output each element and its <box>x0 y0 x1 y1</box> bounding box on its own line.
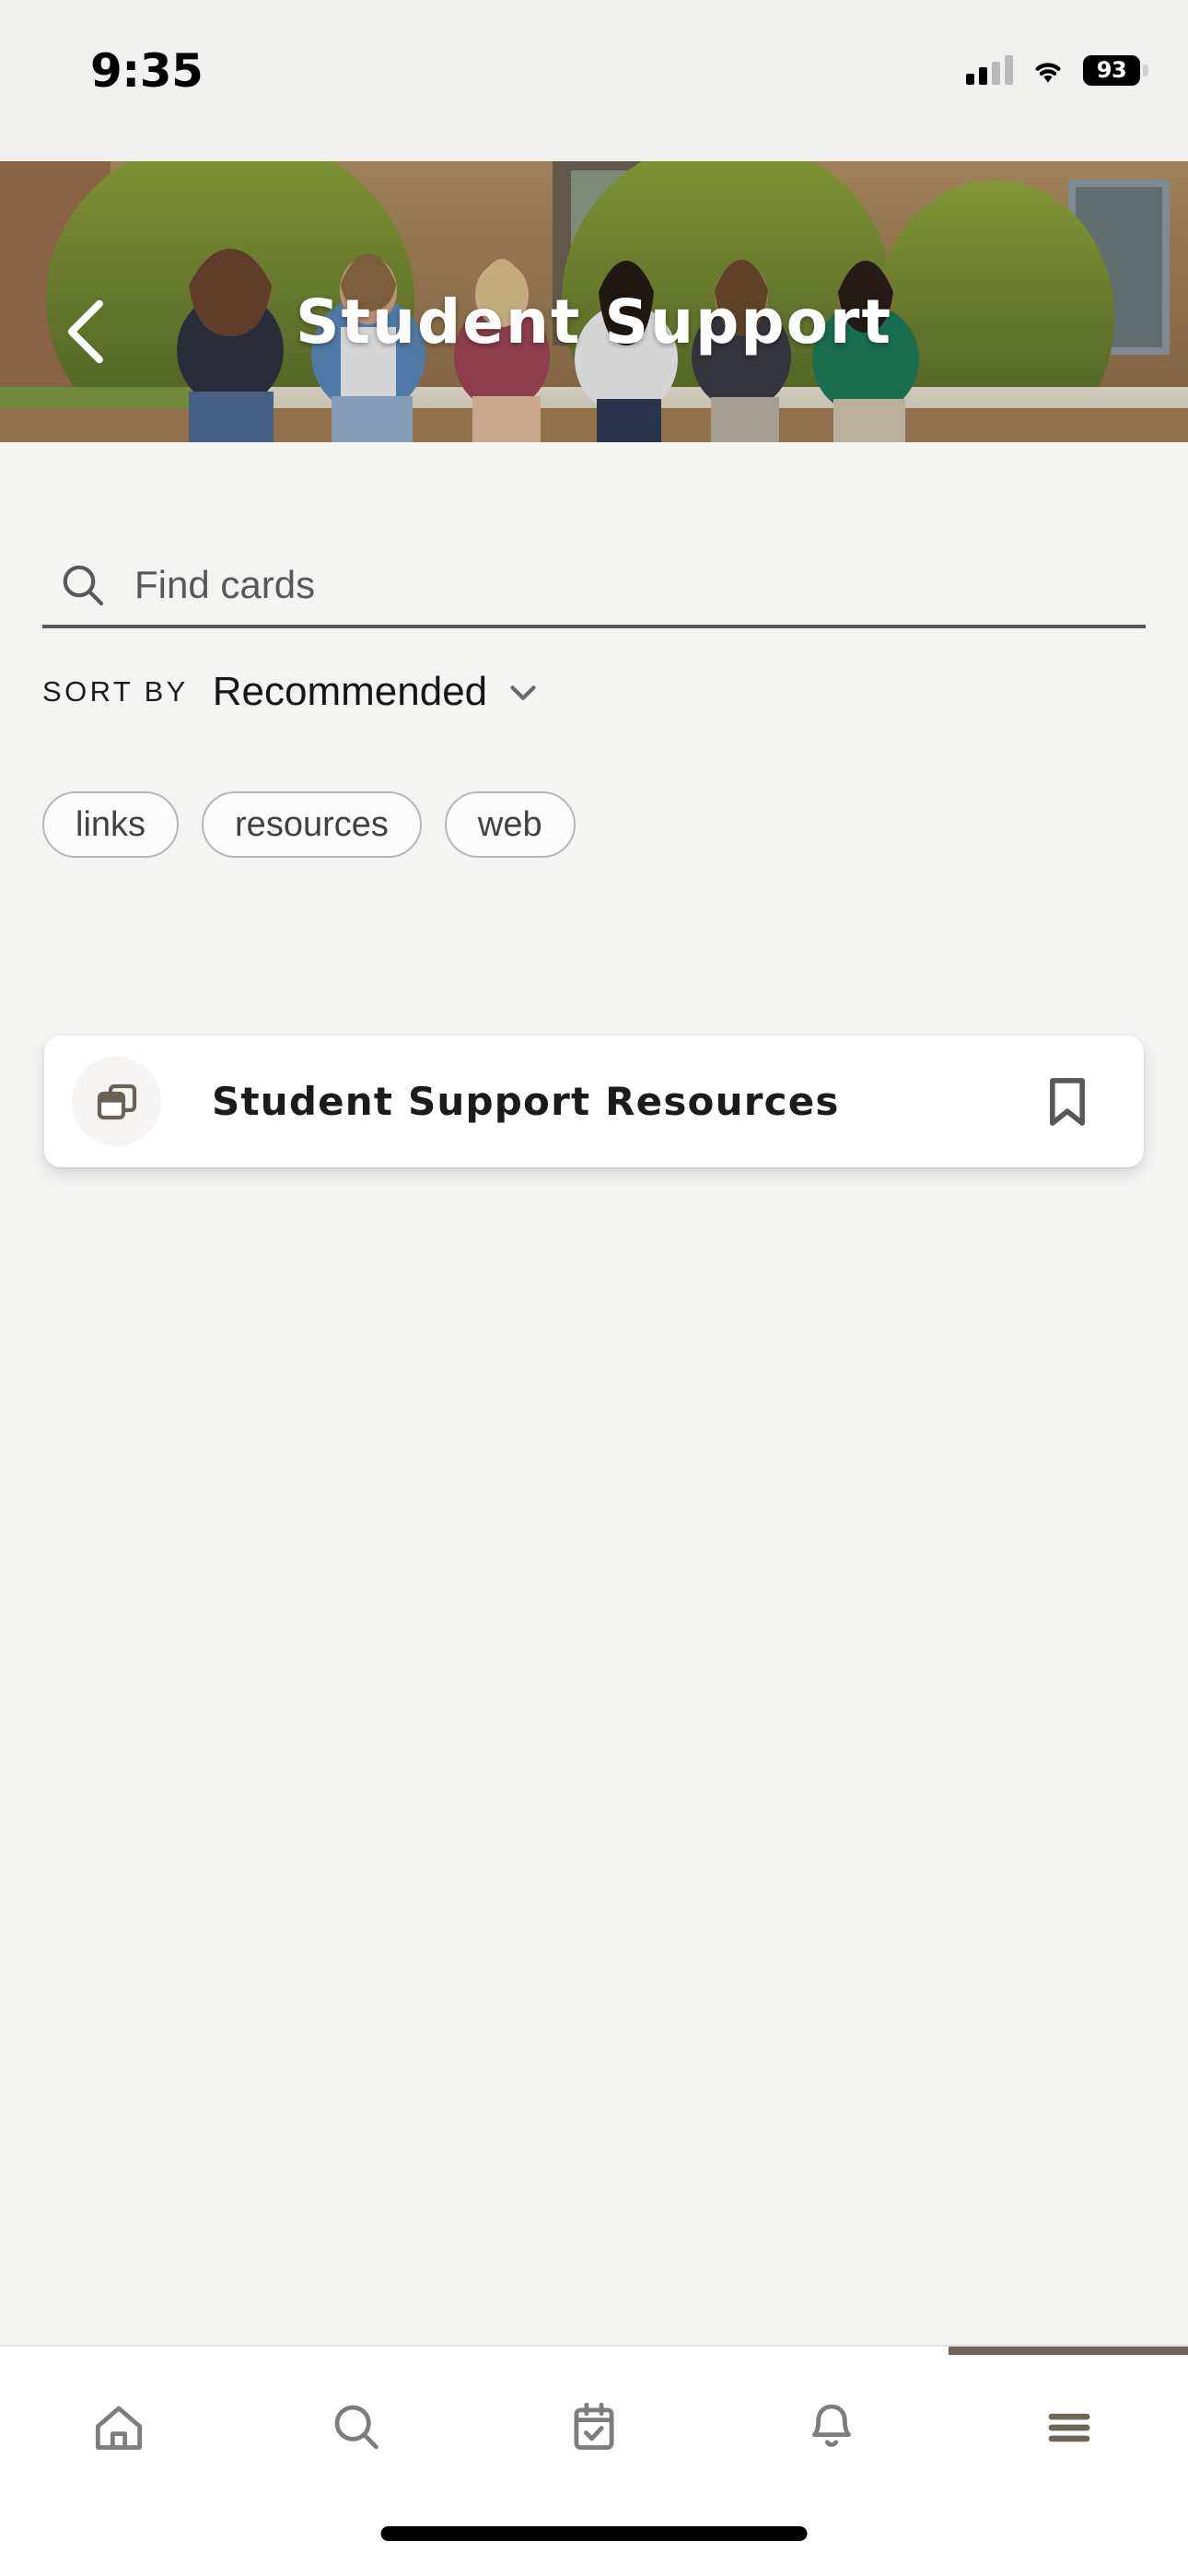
filter-chip-list: links resources web <box>42 791 576 858</box>
result-card-title: Student Support Resources <box>212 1079 840 1124</box>
status-bar: 9:35 93 <box>0 0 1188 161</box>
sort-by-control[interactable]: SORT BY Recommended <box>42 663 544 720</box>
search-input[interactable] <box>134 563 1146 607</box>
wifi-icon <box>1029 55 1067 85</box>
page-hero: Student Support <box>0 161 1188 442</box>
home-icon <box>95 2406 143 2450</box>
sort-by-label: SORT BY <box>42 675 189 708</box>
tab-search[interactable] <box>238 2347 475 2508</box>
cards-stack-icon <box>97 1083 136 1119</box>
search-bar[interactable] <box>42 545 1146 628</box>
calendar-check-icon <box>574 2402 614 2450</box>
filter-chip-links[interactable]: links <box>42 791 180 858</box>
tab-calendar[interactable] <box>475 2347 713 2508</box>
hamburger-menu-icon <box>1048 2413 1090 2441</box>
tab-menu[interactable] <box>950 2347 1188 2508</box>
bookmark-outline-icon[interactable] <box>1042 1074 1092 1130</box>
search-icon <box>63 565 104 606</box>
battery-icon: 93 <box>1083 54 1148 86</box>
bottom-tab-bar <box>0 2345 1188 2576</box>
battery-percent: 93 <box>1096 57 1127 83</box>
sort-by-value: Recommended <box>212 669 488 714</box>
result-card[interactable]: Student Support Resources <box>44 1036 1144 1167</box>
chevron-down-icon[interactable] <box>502 671 544 713</box>
cellular-signal-icon <box>966 55 1013 85</box>
avatar <box>72 1057 161 1146</box>
filter-chip-resources[interactable]: resources <box>202 791 422 858</box>
bell-icon <box>812 2404 851 2447</box>
status-indicators: 93 <box>966 48 1148 92</box>
search-icon <box>334 2405 379 2449</box>
page-title: Student Support <box>295 287 893 357</box>
tab-home[interactable] <box>0 2347 238 2508</box>
app-screen: 9:35 93 Student Support Find cards SORT … <box>0 0 1188 2576</box>
filter-chip-web[interactable]: web <box>444 791 576 858</box>
home-indicator <box>380 2526 808 2541</box>
tab-notifications[interactable] <box>713 2347 950 2508</box>
status-time: 9:35 <box>90 44 204 98</box>
